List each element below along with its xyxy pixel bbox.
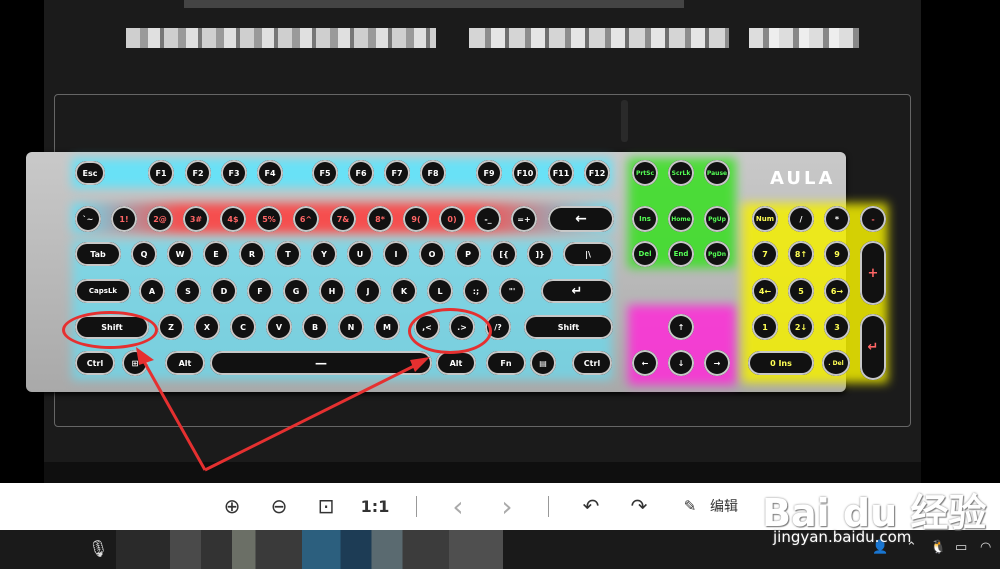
- taskbar-pinned-apps-blurred[interactable]: [116, 530, 503, 569]
- next-image-icon[interactable]: ›: [496, 490, 518, 523]
- toolbar-divider-1: [416, 496, 417, 517]
- zoom-in-icon[interactable]: ⊕: [219, 493, 245, 519]
- zoom-out-icon[interactable]: ⊖: [266, 493, 292, 519]
- microphone-icon[interactable]: 🎙: [88, 539, 108, 558]
- edit-icon[interactable]: ✎: [682, 493, 698, 519]
- battery-icon[interactable]: ▭: [955, 540, 967, 555]
- watermark-url: jingyan.baidu.com: [773, 528, 912, 546]
- qq-tray-icon[interactable]: 🐧: [930, 540, 946, 555]
- actual-size-button[interactable]: 1:1: [360, 493, 390, 519]
- wifi-icon[interactable]: ◠: [980, 540, 991, 555]
- previous-image-icon[interactable]: ‹: [447, 490, 469, 523]
- annotation-arrow-period: [204, 361, 421, 472]
- edit-button-label[interactable]: 编辑: [707, 493, 741, 519]
- fit-screen-icon[interactable]: ⊡: [313, 493, 339, 519]
- annotation-arrowhead-shift: [136, 347, 154, 365]
- annotation-arrow-shift: [140, 357, 207, 471]
- annotation-arrowhead-period: [410, 357, 430, 372]
- toolbar-divider-2: [548, 496, 549, 517]
- rotate-right-icon[interactable]: ↷: [626, 493, 652, 519]
- rotate-left-icon[interactable]: ↶: [578, 493, 604, 519]
